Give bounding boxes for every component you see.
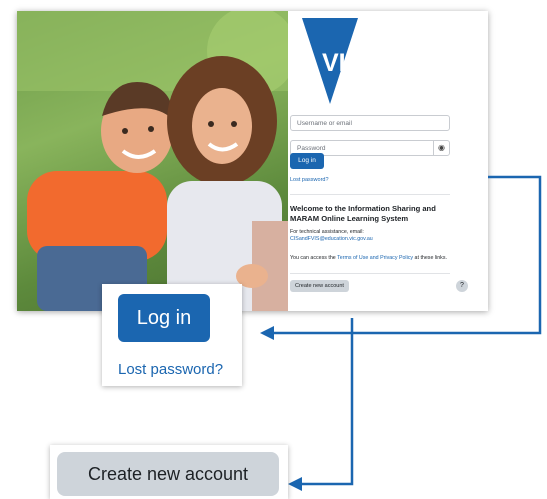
arrow-create-head bbox=[288, 477, 302, 491]
login-zoom-callout: Log in Lost password? bbox=[102, 284, 242, 386]
arrow-login bbox=[272, 175, 542, 335]
zoomed-lost-password-link[interactable]: Lost password? bbox=[118, 361, 223, 378]
create-account-zoom-callout: Create new account bbox=[50, 445, 288, 499]
arrow-login-head bbox=[260, 326, 274, 340]
zoomed-create-account-button[interactable]: Create new account bbox=[57, 452, 279, 496]
arrow-create bbox=[300, 318, 354, 486]
zoomed-login-button[interactable]: Log in bbox=[118, 294, 210, 342]
callout-arrows bbox=[260, 175, 542, 491]
